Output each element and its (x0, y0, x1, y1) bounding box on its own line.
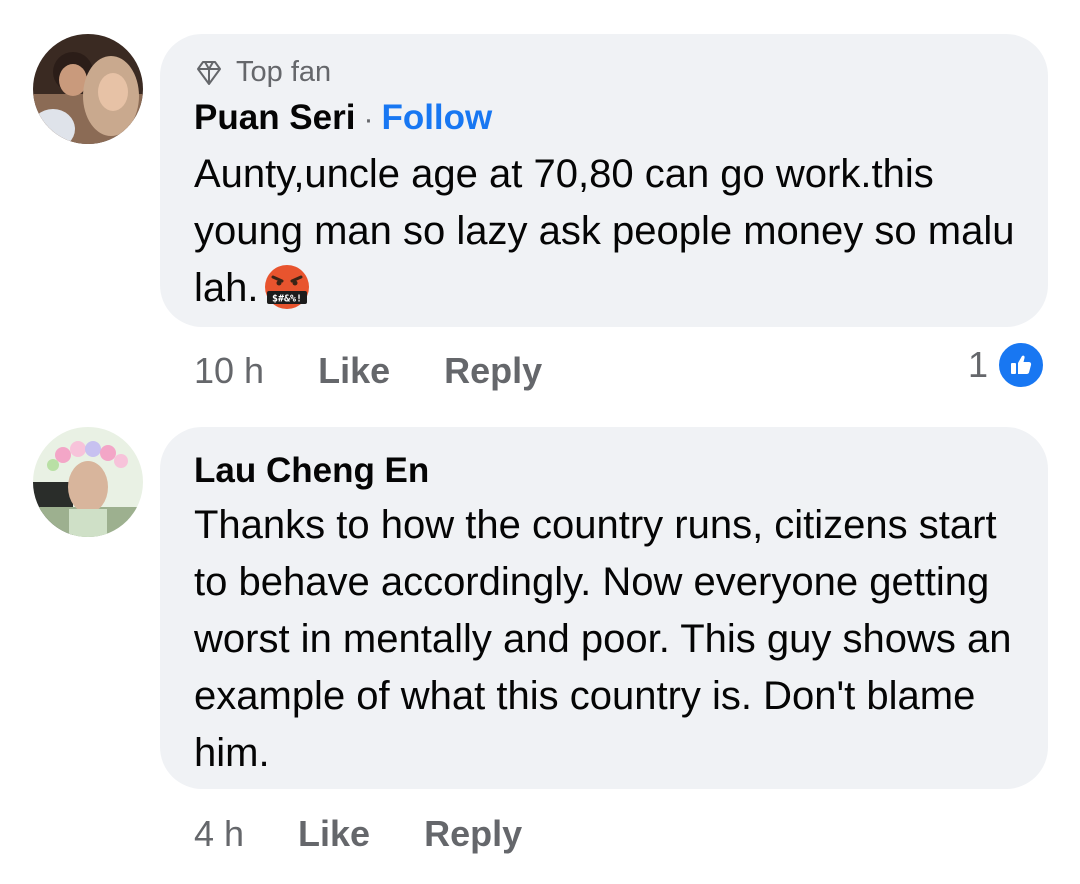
reaction-summary[interactable]: 1 (968, 340, 1046, 390)
comment-text: Thanks to how the country runs, citizens… (194, 503, 1023, 775)
comment-text: Aunty,uncle age at 70,80 can go work.thi… (194, 146, 1024, 317)
comment-bubble: Top fan Puan Seri · Follow Aunty,uncle age… (160, 34, 1048, 327)
comment-body: Aunty,uncle age at 70,80 can go work.thi… (194, 152, 1026, 310)
top-fan-badge: Top fan (194, 56, 331, 89)
author-name[interactable]: Puan Seri (194, 98, 355, 137)
comment-time[interactable]: 10 h (194, 350, 264, 392)
avatar[interactable] (33, 427, 143, 537)
avatar-photo (33, 34, 143, 144)
badge-label: Top fan (236, 56, 332, 88)
reply-button[interactable]: Reply (424, 813, 522, 855)
thumbs-up-icon (996, 340, 1046, 390)
follow-button[interactable]: Follow (381, 98, 492, 137)
author-row: Lau Cheng En (194, 451, 429, 491)
avatar[interactable] (33, 34, 143, 144)
svg-text:$#&%!: $#&%! (271, 294, 301, 305)
author-name[interactable]: Lau Cheng En (194, 451, 429, 490)
comment-bubble: Lau Cheng En Thanks to how the country r… (160, 427, 1048, 789)
author-row: Puan Seri · Follow (194, 98, 492, 138)
comment-actions: 4 h Like Reply (194, 813, 576, 855)
comment-time[interactable]: 4 h (194, 813, 244, 855)
reaction-count: 1 (967, 344, 988, 385)
reply-button[interactable]: Reply (444, 350, 542, 392)
diamond-icon (197, 60, 221, 85)
like-button[interactable]: Like (298, 813, 370, 855)
like-button[interactable]: Like (318, 350, 390, 392)
separator-dot: · (363, 103, 374, 136)
face-with-symbols-icon: $#&%! (264, 265, 309, 309)
comment-actions: 10 h Like Reply (194, 350, 596, 392)
avatar-photo (33, 427, 143, 537)
